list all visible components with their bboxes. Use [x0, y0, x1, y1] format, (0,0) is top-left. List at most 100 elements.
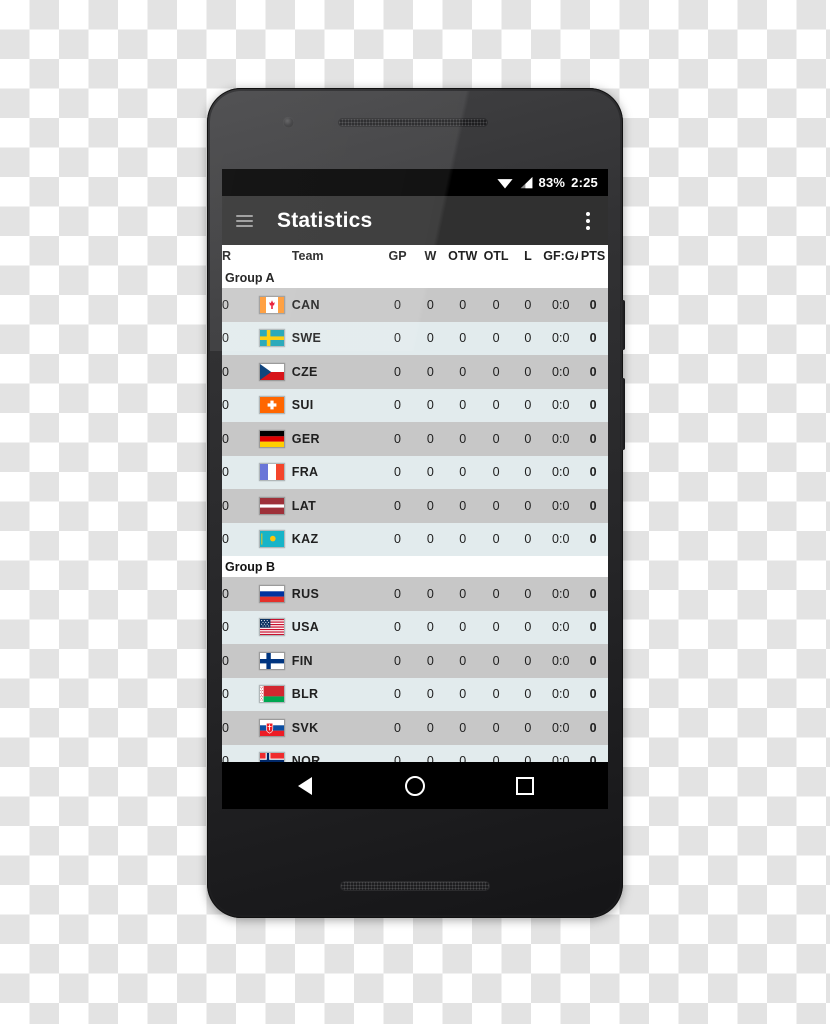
cell-l: 0 [512, 321, 544, 355]
flag-icon-ger [259, 429, 286, 448]
cell-otw: 0 [445, 577, 480, 611]
cell-rank: 0 [222, 644, 253, 678]
volume-button[interactable] [621, 378, 625, 450]
column-header-pts[interactable]: PTS [578, 245, 608, 267]
statistics-table-container[interactable]: R Team GP W OTW OTL L GF:GA PTS Group A [222, 245, 608, 762]
nav-back-button[interactable] [282, 768, 328, 804]
flag-icon-rus [259, 584, 286, 603]
table-row[interactable]: 0 FRA 0 0 0 0 0 0:0 0 [222, 455, 608, 489]
table-row[interactable]: 0 FIN 0 0 0 0 0 0:0 0 [222, 644, 608, 678]
cell-otw: 0 [445, 711, 480, 745]
cell-team-name: BLR [291, 677, 381, 711]
table-row[interactable]: 0 BLR 0 0 0 0 0 0:0 0 [222, 677, 608, 711]
power-button[interactable] [621, 300, 625, 350]
cell-w: 0 [414, 644, 446, 678]
cell-pts: 0 [578, 677, 608, 711]
table-row[interactable]: 0 KAZ 0 0 0 0 0 0:0 0 [222, 522, 608, 556]
column-header-rank[interactable]: R [222, 245, 253, 267]
cell-l: 0 [512, 577, 544, 611]
hamburger-menu-icon[interactable] [236, 214, 253, 227]
cell-otl: 0 [479, 744, 513, 762]
cell-gfga: 0:0 [543, 489, 579, 523]
flag-icon-nor [259, 752, 286, 762]
table-row[interactable]: 0 CZE 0 0 0 0 0 0:0 0 [222, 355, 608, 389]
status-bar: 83% 2:25 [222, 169, 608, 196]
cell-rank: 0 [222, 489, 253, 523]
cell-pts: 0 [578, 388, 608, 422]
cell-otl: 0 [479, 610, 513, 644]
bottom-speaker-grille [340, 881, 490, 891]
cell-otw: 0 [445, 422, 480, 456]
table-row[interactable]: 0 RUS 0 0 0 0 0 0:0 0 [222, 577, 608, 611]
cell-flag [252, 321, 292, 355]
phone-body: 83% 2:25 Statistics R Team GP W OTW OTL … [210, 91, 620, 915]
cell-gfga: 0:0 [543, 288, 579, 322]
table-row[interactable]: 0 SWE 0 0 0 0 0 0:0 0 [222, 321, 608, 355]
cell-flag [252, 489, 292, 523]
cell-flag [252, 711, 292, 745]
cell-l: 0 [512, 711, 544, 745]
cell-pts: 0 [578, 522, 608, 556]
column-header-gfga[interactable]: GF:GA [543, 245, 579, 267]
circle-home-icon [405, 775, 425, 796]
column-header-w[interactable]: W [414, 245, 446, 267]
cell-flag [252, 644, 292, 678]
cell-otw: 0 [445, 610, 480, 644]
table-row[interactable]: 0 GER 0 0 0 0 0 0:0 0 [222, 422, 608, 456]
column-header-otl[interactable]: OTL [479, 245, 513, 267]
flag-icon-kaz [259, 530, 286, 549]
column-header-team[interactable]: Team [291, 245, 381, 267]
cell-pts: 0 [578, 711, 608, 745]
table-row[interactable]: 0 USA 0 0 0 0 0 0:0 0 [222, 610, 608, 644]
column-header-otw[interactable]: OTW [445, 245, 480, 267]
phone-screen: 83% 2:25 Statistics R Team GP W OTW OTL … [222, 169, 608, 809]
flag-icon-can [259, 295, 286, 314]
cell-rank: 0 [222, 321, 253, 355]
group-header-row: Group B [222, 556, 608, 577]
cell-gp: 0 [380, 677, 415, 711]
cell-rank: 0 [222, 677, 253, 711]
overflow-menu-icon[interactable] [581, 208, 595, 234]
cell-otl: 0 [479, 644, 513, 678]
cell-flag [252, 610, 292, 644]
table-row[interactable]: 0 SVK 0 0 0 0 0 0:0 0 [222, 711, 608, 745]
table-row[interactable]: 0 SUI 0 0 0 0 0 0:0 0 [222, 388, 608, 422]
flag-icon-blr [259, 685, 286, 704]
cell-l: 0 [512, 422, 544, 456]
group-label: Group A [222, 267, 608, 288]
cell-w: 0 [414, 522, 446, 556]
cell-flag [252, 288, 292, 322]
cell-team-name: LAT [291, 489, 381, 523]
nav-recents-button[interactable] [502, 768, 548, 804]
cell-gp: 0 [380, 288, 415, 322]
cell-otl: 0 [479, 288, 513, 322]
table-body: Group A 0 CAN 0 0 0 0 0 0:0 0 0 SWE 0 0 0 0 0 0:0 0 0 CZE 0 0 0… [222, 267, 608, 762]
column-header-gp[interactable]: GP [380, 245, 415, 267]
column-header-flag [252, 245, 292, 267]
cell-gfga: 0:0 [543, 388, 579, 422]
cell-otw: 0 [445, 321, 480, 355]
cell-team-name: SVK [291, 711, 381, 745]
cell-w: 0 [414, 489, 446, 523]
cell-gp: 0 [380, 422, 415, 456]
column-header-l[interactable]: L [512, 245, 544, 267]
battery-percent: 83% [538, 175, 566, 190]
cell-team-name: SUI [291, 388, 381, 422]
cell-team-name: KAZ [291, 522, 381, 556]
cell-gp: 0 [380, 489, 415, 523]
table-row[interactable]: 0 LAT 0 0 0 0 0 0:0 0 [222, 489, 608, 523]
cell-gfga: 0:0 [543, 321, 579, 355]
signal-bars-icon [520, 177, 532, 189]
cell-flag [252, 455, 292, 489]
cell-gp: 0 [380, 522, 415, 556]
table-row[interactable]: 0 NOR 0 0 0 0 0 0:0 0 [222, 744, 608, 762]
cell-otl: 0 [479, 577, 513, 611]
cell-team-name: USA [291, 610, 381, 644]
cell-w: 0 [414, 321, 446, 355]
nav-home-button[interactable] [392, 768, 438, 804]
table-row[interactable]: 0 CAN 0 0 0 0 0 0:0 0 [222, 288, 608, 322]
cell-otw: 0 [445, 522, 480, 556]
cell-pts: 0 [578, 744, 608, 762]
cell-flag [252, 522, 292, 556]
cell-rank: 0 [222, 455, 253, 489]
